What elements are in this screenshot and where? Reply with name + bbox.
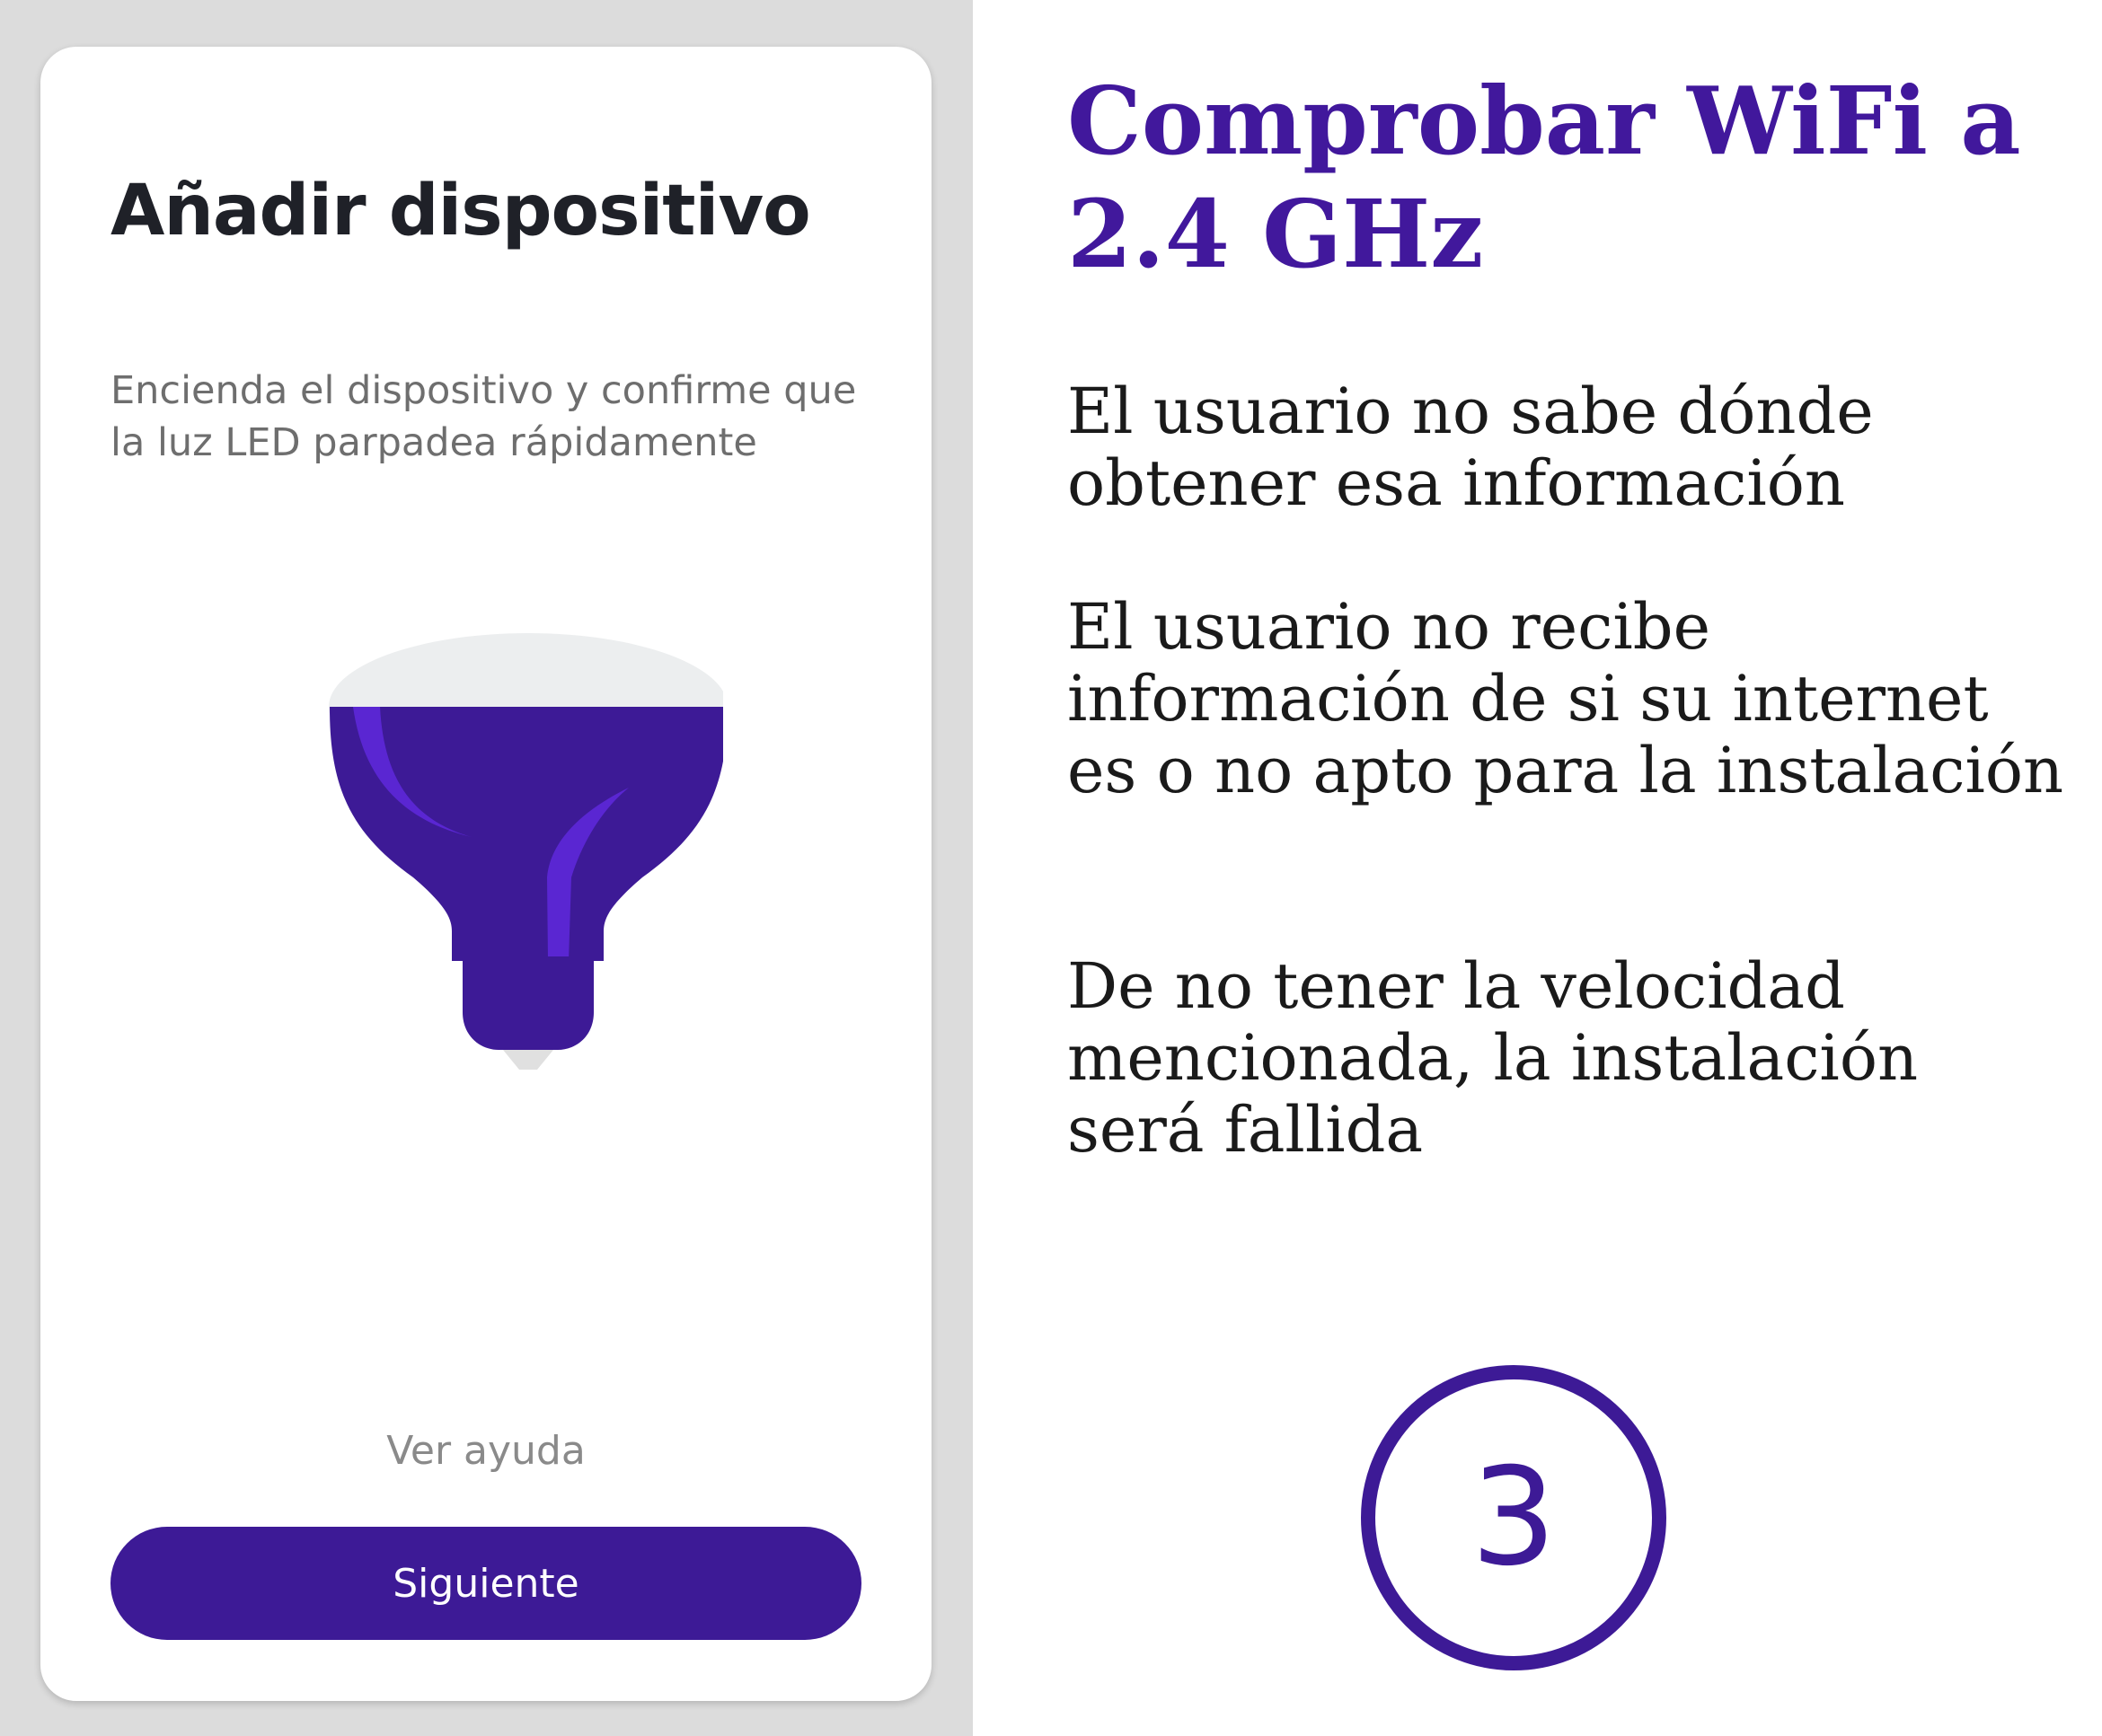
- help-link[interactable]: Ver ayuda: [40, 1428, 932, 1474]
- page-title: Añadir dispositivo: [110, 171, 811, 251]
- step-number-badge: 3: [1361, 1365, 1666, 1670]
- add-device-card: Añadir dispositivo Encienda el dispositi…: [40, 47, 932, 1701]
- app-screenshot-panel: Añadir dispositivo Encienda el dispositi…: [0, 0, 973, 1736]
- issue-text: El usuario no sabe dónde obtener esa inf…: [1067, 375, 1874, 520]
- bulb-body: [330, 707, 723, 961]
- issue-text: De no tener la velocidad mencionada, la …: [1067, 949, 1919, 1167]
- bulb-base: [463, 956, 594, 1050]
- issue-text: El usuario no recibe información de si s…: [1067, 590, 2064, 807]
- bulb-tip: [503, 1050, 553, 1070]
- instruction-text: Encienda el dispositivo y confirme que l…: [110, 368, 857, 465]
- annotation-panel: Comprobar WiFi a 2.4 GHz El usuario no s…: [973, 0, 2102, 1736]
- light-bulb-icon: [329, 633, 723, 1070]
- annotation-heading: Comprobar WiFi a 2.4 GHz: [1067, 66, 2021, 289]
- next-button[interactable]: Siguiente: [110, 1527, 861, 1640]
